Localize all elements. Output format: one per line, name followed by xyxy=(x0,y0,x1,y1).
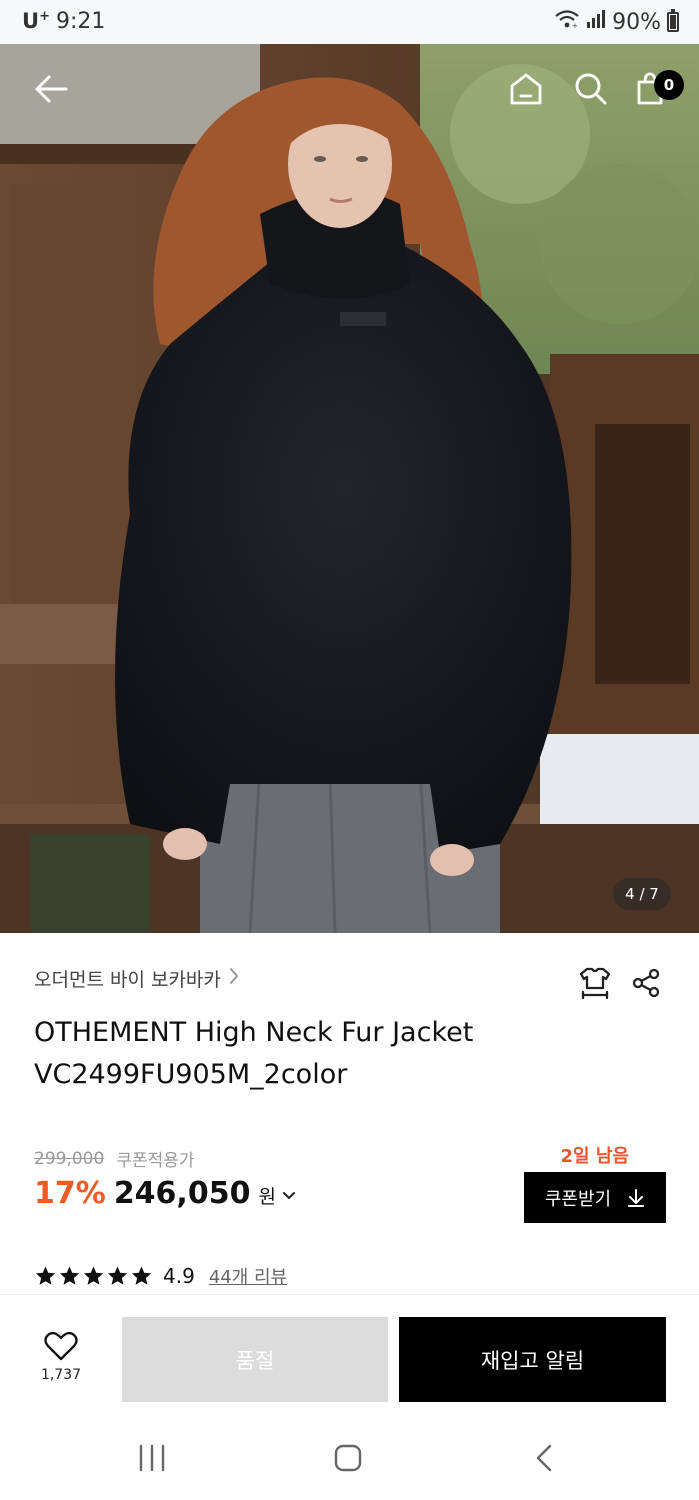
price-detail-toggle[interactable]: 원 xyxy=(258,1182,295,1209)
discount-rate: 17% xyxy=(34,1176,106,1211)
gallery-page-indicator: 4 / 7 xyxy=(613,878,671,910)
star-icon xyxy=(35,1266,56,1285)
star-rating xyxy=(34,1265,153,1287)
battery-percent: 90% xyxy=(612,9,661,35)
product-image-gallery[interactable]: 0 4 / 7 xyxy=(0,44,699,933)
bottom-action-bar: 1,737 품절 재입고 알림 xyxy=(0,1294,699,1416)
brand-name: 오더먼트 바이 보카바카 xyxy=(34,969,221,991)
currency-label: 원 xyxy=(258,1186,276,1208)
carrier-name: U xyxy=(22,9,40,33)
product-title-line2: VC2499FU905M_2color xyxy=(34,1059,348,1090)
recent-apps-icon xyxy=(139,1444,165,1472)
brand-link[interactable]: 오더먼트 바이 보카바카 xyxy=(34,965,239,992)
coupon-button-label: 쿠폰받기 xyxy=(544,1188,612,1210)
original-price: 299,000 xyxy=(34,1148,105,1169)
status-bar: U+ 9:21 + 90% xyxy=(0,0,699,44)
restock-alert-button[interactable]: 재입고 알림 xyxy=(399,1317,666,1402)
back-button[interactable] xyxy=(28,66,74,112)
like-button[interactable]: 1,737 xyxy=(30,1331,92,1387)
star-icon xyxy=(131,1266,152,1285)
like-count: 1,737 xyxy=(40,1367,82,1383)
svg-text:+: + xyxy=(572,22,578,29)
product-title-line1: OTHEMENT High Neck Fur Jacket xyxy=(34,1017,474,1048)
status-left: U+ 9:21 xyxy=(22,9,105,34)
cart-count-badge: 0 xyxy=(654,70,684,100)
battery-icon xyxy=(667,9,679,32)
home-nav-icon xyxy=(334,1444,362,1472)
download-coupon-button[interactable]: 쿠폰받기 xyxy=(524,1172,666,1223)
home-nav-button[interactable] xyxy=(318,1438,378,1478)
recent-apps-button[interactable] xyxy=(122,1438,182,1478)
status-right: + 90% xyxy=(554,9,679,35)
size-guide-icon xyxy=(579,967,611,1000)
search-icon xyxy=(575,73,607,105)
wifi-icon: + xyxy=(554,9,580,35)
reviews-link[interactable]: 44개 리뷰 xyxy=(209,1263,287,1289)
sale-price: 246,050 xyxy=(113,1176,251,1211)
heart-icon xyxy=(44,1331,78,1361)
rating-row: 4.9 44개 리뷰 xyxy=(34,1263,287,1289)
coupon-price-note: 쿠폰적용가 xyxy=(116,1151,195,1171)
chevron-right-icon xyxy=(229,967,239,990)
status-time: 9:21 xyxy=(55,9,106,34)
product-photo xyxy=(0,44,699,933)
size-guide-button[interactable] xyxy=(574,962,616,1004)
carrier-plus: + xyxy=(39,9,50,24)
chevron-down-icon xyxy=(282,1191,295,1199)
back-arrow-icon xyxy=(35,75,68,103)
home-icon xyxy=(510,73,542,105)
cart-button[interactable]: 0 xyxy=(630,66,684,112)
share-button[interactable] xyxy=(626,962,666,1004)
back-nav-button[interactable] xyxy=(514,1438,574,1478)
price-row: 17% 246,050 원 xyxy=(34,1176,296,1211)
home-button[interactable] xyxy=(503,66,549,112)
coupon-days-left: 2일 남음 xyxy=(560,1146,629,1167)
soldout-button[interactable]: 품절 xyxy=(122,1317,388,1402)
star-icon xyxy=(83,1266,104,1285)
star-icon xyxy=(59,1266,80,1285)
search-button[interactable] xyxy=(568,66,614,112)
rating-value: 4.9 xyxy=(163,1264,195,1288)
download-icon xyxy=(628,1188,645,1207)
share-icon xyxy=(632,968,660,998)
signal-icon xyxy=(586,9,606,35)
product-title: OTHEMENT High Neck Fur Jacket VC2499FU90… xyxy=(34,1012,554,1096)
back-nav-icon xyxy=(536,1444,552,1472)
original-price-row: 299,000 쿠폰적용가 xyxy=(34,1146,195,1172)
system-nav-bar xyxy=(0,1416,699,1500)
carrier-label: U+ xyxy=(22,9,50,33)
star-icon xyxy=(107,1266,128,1285)
